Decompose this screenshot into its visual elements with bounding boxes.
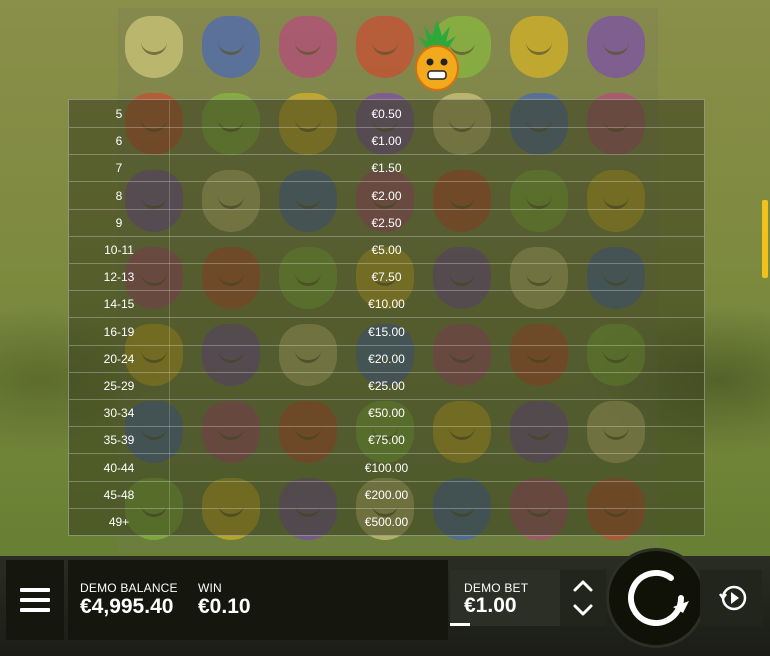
symbol-count: 7 xyxy=(115,161,123,176)
paytable-row: 5 €0.50 xyxy=(69,100,704,128)
bet-selector[interactable]: DEMO BET €1.00 xyxy=(450,570,560,626)
symbol-count: 8 xyxy=(115,188,123,203)
chevron-down-icon xyxy=(573,604,593,616)
payout-value: €0.50 xyxy=(371,107,402,121)
win-label: WIN xyxy=(198,581,222,595)
symbol-count: 20-24 xyxy=(103,351,135,366)
pineapple-mascot-icon xyxy=(410,18,464,92)
fruit-symbol xyxy=(356,16,414,78)
payout-value: €2.00 xyxy=(371,188,402,203)
scrollbar[interactable] xyxy=(762,200,768,278)
payout-value: €5.00 xyxy=(371,243,402,257)
paytable-row: 6 €1.00 xyxy=(69,127,704,156)
fruit-symbol xyxy=(202,16,260,78)
paytable-row: 35-39 €75.00 xyxy=(69,426,704,455)
payout-value: €15.00 xyxy=(368,324,405,339)
spin-arrow-icon xyxy=(628,570,689,626)
payout-value: €10.00 xyxy=(368,297,405,312)
bet-value: €1.00 xyxy=(464,594,517,617)
paytable-row: 14-15 €10.00 xyxy=(69,290,704,319)
payout-value: €20.00 xyxy=(368,351,405,366)
fruit-symbol xyxy=(279,16,337,78)
payout-value: €200.00 xyxy=(364,487,409,502)
chevron-up-icon xyxy=(573,580,593,592)
payout-value: €7.50 xyxy=(371,270,402,285)
symbol-count: 10-11 xyxy=(104,243,134,257)
balance-value: €4,995.40 xyxy=(80,595,174,618)
fruit-symbol xyxy=(125,16,183,78)
paytable-row: 20-24 €20.00 xyxy=(69,345,704,373)
bet-increase-button[interactable] xyxy=(572,576,594,596)
payout-value: €1.50 xyxy=(371,161,402,176)
paytable-row: 16-19 €15.00 xyxy=(69,318,704,346)
paytable: 5 €0.50 6 €1.00 7 €1.50 8 €2.00 9 €2.50 10-11 €5.00… xyxy=(68,99,705,536)
menu-button[interactable] xyxy=(6,560,64,640)
bet-level-indicator xyxy=(450,623,470,626)
symbol-count: 25-29 xyxy=(103,379,135,393)
paytable-row: 49+ €500.00 xyxy=(69,508,704,535)
symbol-count: 12-13 xyxy=(103,270,135,285)
paytable-row: 40-44 €100.00 xyxy=(69,454,704,482)
fruit-symbol xyxy=(587,16,645,78)
symbol-count: 6 xyxy=(115,134,123,149)
autoplay-icon xyxy=(719,585,747,611)
payout-value: €1.00 xyxy=(371,134,402,149)
symbol-count: 45-48 xyxy=(103,487,135,502)
symbol-count: 9 xyxy=(115,215,123,230)
paytable-row: 7 €1.50 xyxy=(69,154,704,183)
bet-decrease-button[interactable] xyxy=(572,600,594,620)
balance-panel: DEMO BALANCE €4,995.40 WIN €0.10 xyxy=(68,560,448,640)
bet-arrows xyxy=(560,570,606,626)
payout-value: €500.00 xyxy=(364,515,409,529)
payout-value: €25.00 xyxy=(368,379,405,393)
payout-value: €2.50 xyxy=(371,215,402,230)
balance-label: DEMO BALANCE xyxy=(80,581,178,595)
symbol-count: 49+ xyxy=(108,515,130,529)
spin-button[interactable] xyxy=(606,548,706,648)
paytable-row: 10-11 €5.00 xyxy=(69,236,704,264)
symbol-count: 14-15 xyxy=(103,297,135,312)
paytable-row: 45-48 €200.00 xyxy=(69,481,704,509)
autoplay-button[interactable] xyxy=(700,570,762,626)
payout-value: €50.00 xyxy=(368,406,405,421)
payout-value: €100.00 xyxy=(364,460,409,475)
symbol-count: 16-19 xyxy=(103,324,135,339)
paytable-row: 9 €2.50 xyxy=(69,209,704,237)
payout-value: €75.00 xyxy=(368,433,405,448)
win-value: €0.10 xyxy=(198,595,251,618)
paytable-row: 8 €2.00 xyxy=(69,182,704,210)
paytable-row: 25-29 €25.00 xyxy=(69,372,704,400)
paytable-row: 30-34 €50.00 xyxy=(69,399,704,428)
symbol-count: 5 xyxy=(115,107,123,121)
bet-label: DEMO BET xyxy=(464,581,529,595)
symbol-count: 30-34 xyxy=(103,406,135,421)
paytable-row: 12-13 €7.50 xyxy=(69,263,704,292)
hamburger-menu-icon xyxy=(20,585,50,615)
symbol-count: 40-44 xyxy=(103,460,135,475)
symbol-count: 35-39 xyxy=(103,433,135,448)
fruit-symbol xyxy=(510,16,568,78)
